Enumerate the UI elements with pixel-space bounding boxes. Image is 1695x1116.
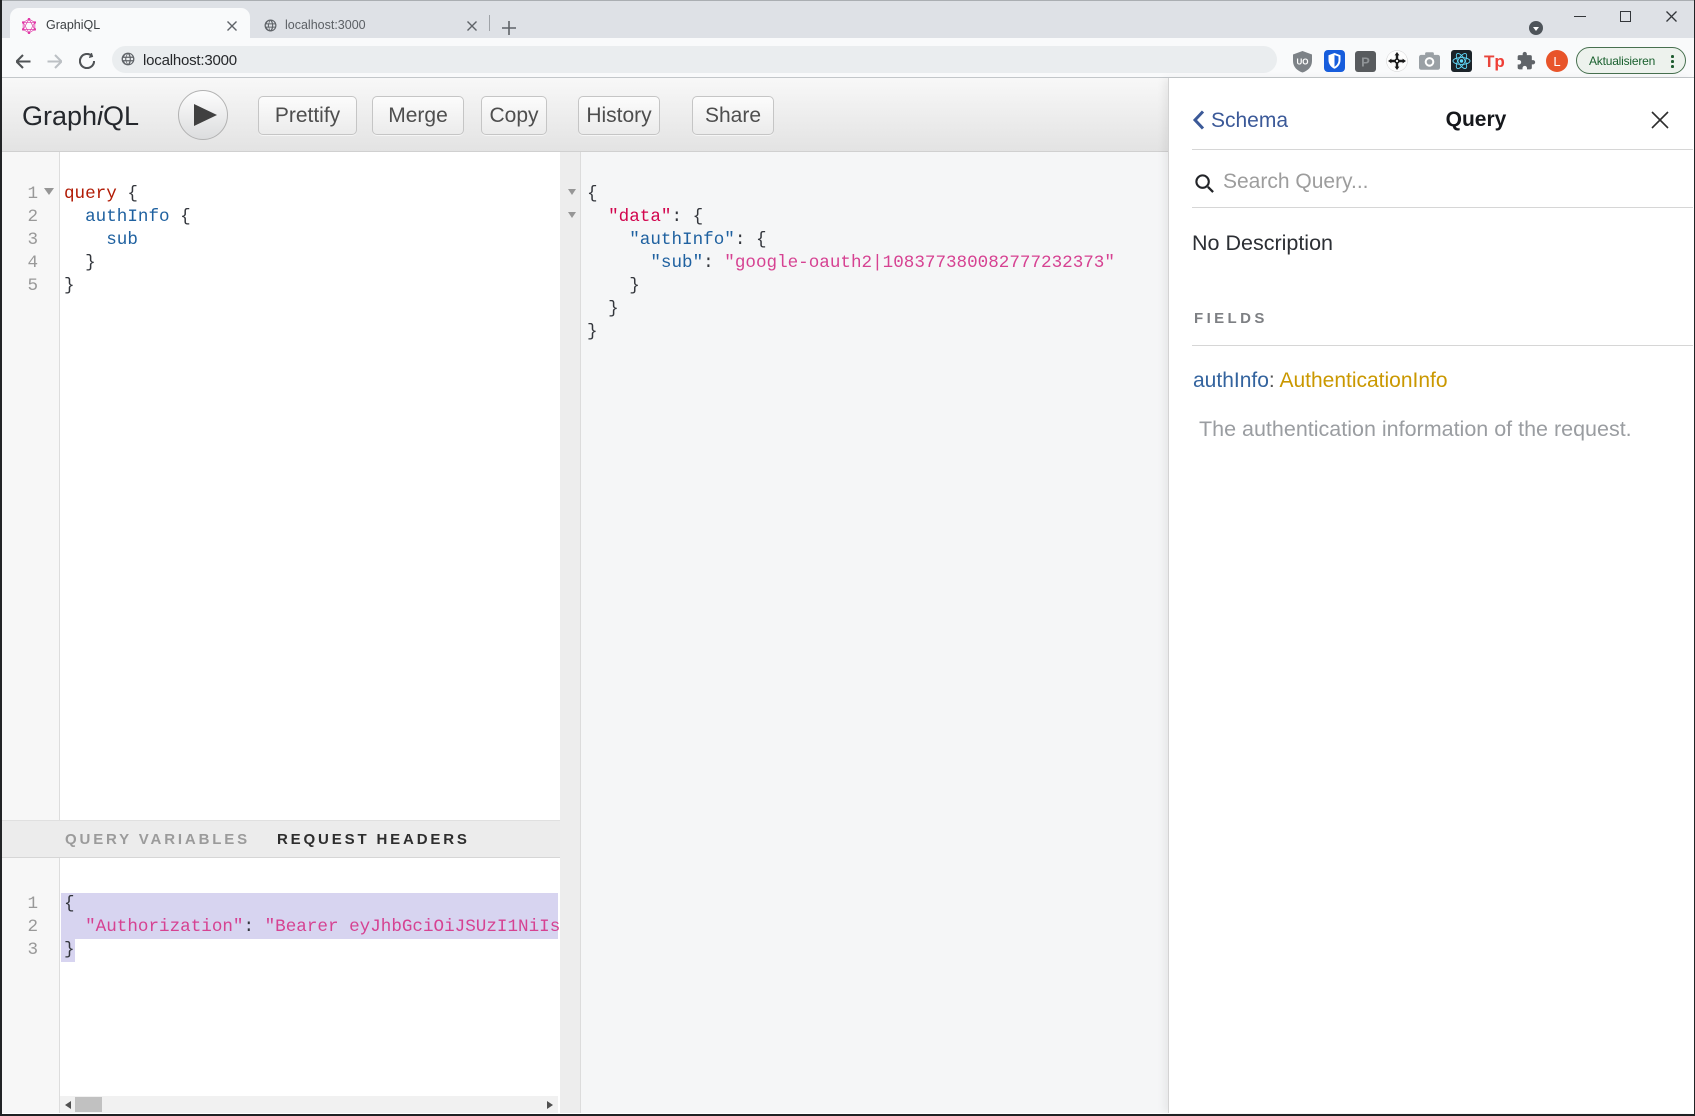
svg-text:P: P (1361, 55, 1370, 70)
svg-text:UO: UO (1297, 58, 1309, 67)
